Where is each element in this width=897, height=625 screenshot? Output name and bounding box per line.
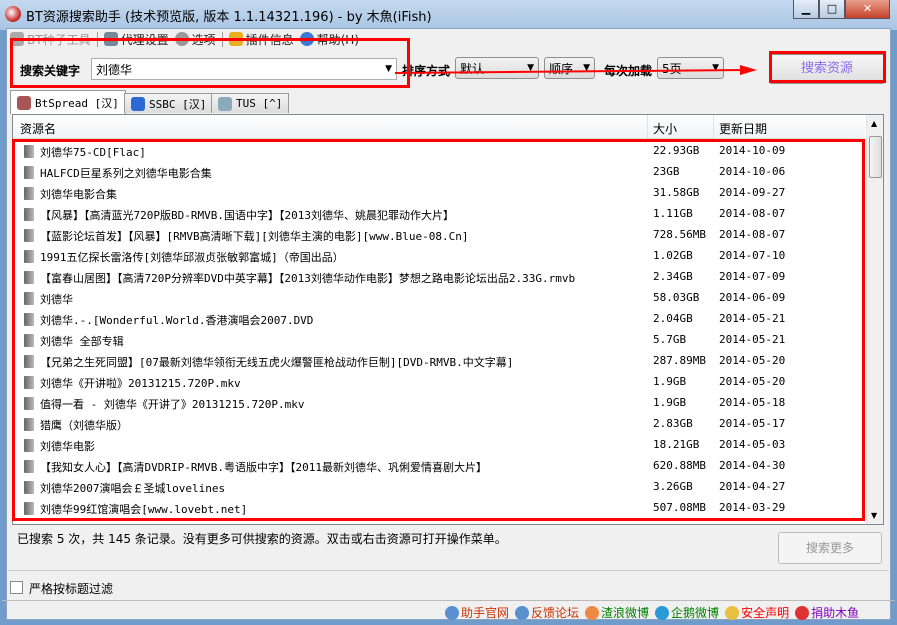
plugin-icon [17, 95, 31, 110]
annotation-box-keyword [10, 38, 410, 88]
status-text: 已搜索 5 次，共 145 条记录。没有更多可供搜索的资源。双击或右击资源可打开… [17, 532, 507, 546]
octopus-icon [218, 96, 232, 111]
footer-link-label: 反馈论坛 [531, 606, 580, 620]
footer-link[interactable]: 捐助木鱼 [795, 604, 859, 621]
window-title: BT资源搜索助手 (技术预览版, 版本 1.1.14321.196) - by … [26, 10, 432, 25]
column-name[interactable]: 资源名 [20, 120, 56, 137]
footer-link[interactable]: 反馈论坛 [515, 604, 579, 621]
divider [8, 570, 889, 571]
title-bar[interactable]: BT资源搜索助手 (技术预览版, 版本 1.1.14321.196) - by … [0, 0, 897, 30]
globe-icon [515, 605, 530, 620]
annotation-box-search-button [769, 51, 886, 83]
footer-link-label: 助手官网 [461, 606, 510, 620]
footer-link-label: 安全声明 [741, 606, 790, 620]
tab-label: TUS [^] [236, 97, 283, 110]
minimize-button[interactable]: ▁ [793, 0, 819, 19]
footer-link[interactable]: 渣浪微博 [585, 604, 649, 621]
column-date[interactable]: 更新日期 [719, 120, 767, 137]
footer-link[interactable]: 助手官网 [445, 604, 509, 621]
tab-tus[interactable]: TUS [^] [211, 93, 290, 113]
annotation-arrow [395, 65, 757, 75]
globe-icon [445, 605, 459, 620]
list-header: 资源名 大小 更新日期 [13, 115, 865, 139]
footer-link-label: 捐助木鱼 [811, 606, 860, 620]
tab-label: BtSpread [汉] [35, 96, 119, 110]
tencent-weibo-icon [655, 605, 670, 620]
close-button[interactable]: ✕ [845, 0, 890, 19]
search-more-button[interactable]: 搜索更多 [778, 532, 882, 564]
maximize-button[interactable]: □ [819, 0, 845, 19]
footer-links: 助手官网 反馈论坛 渣浪微博 企鹅微博 安全声明 捐助木鱼 [445, 604, 859, 621]
filter-checkbox-label[interactable]: 严格按标题过滤 [29, 580, 113, 597]
footer-link[interactable]: 安全声明 [725, 604, 789, 621]
footer-link-label: 渣浪微博 [601, 606, 650, 620]
scroll-thumb[interactable] [869, 136, 882, 178]
tab-label: SSBC [汉] [149, 97, 207, 111]
divider [2, 600, 895, 601]
weibo-icon [585, 605, 600, 620]
tab-btspread[interactable]: BtSpread [汉] [10, 90, 126, 114]
filter-checkbox[interactable] [10, 581, 23, 594]
scroll-up-icon[interactable]: ▲ [871, 119, 877, 128]
gift-icon [795, 605, 810, 620]
vertical-scrollbar[interactable]: ▲ ▼ [866, 115, 883, 524]
column-divider[interactable] [647, 115, 648, 139]
scroll-down-icon[interactable]: ▼ [871, 511, 877, 520]
column-divider[interactable] [713, 115, 714, 139]
footer-link-label: 企鹅微博 [671, 606, 720, 620]
shield-icon [725, 605, 740, 620]
annotation-box-results [12, 139, 865, 521]
column-size[interactable]: 大小 [653, 120, 677, 137]
app-icon [5, 6, 21, 22]
footer-link[interactable]: 企鹅微博 [655, 604, 719, 621]
tab-ssbc[interactable]: SSBC [汉] [124, 93, 214, 113]
hand-icon [131, 96, 145, 111]
